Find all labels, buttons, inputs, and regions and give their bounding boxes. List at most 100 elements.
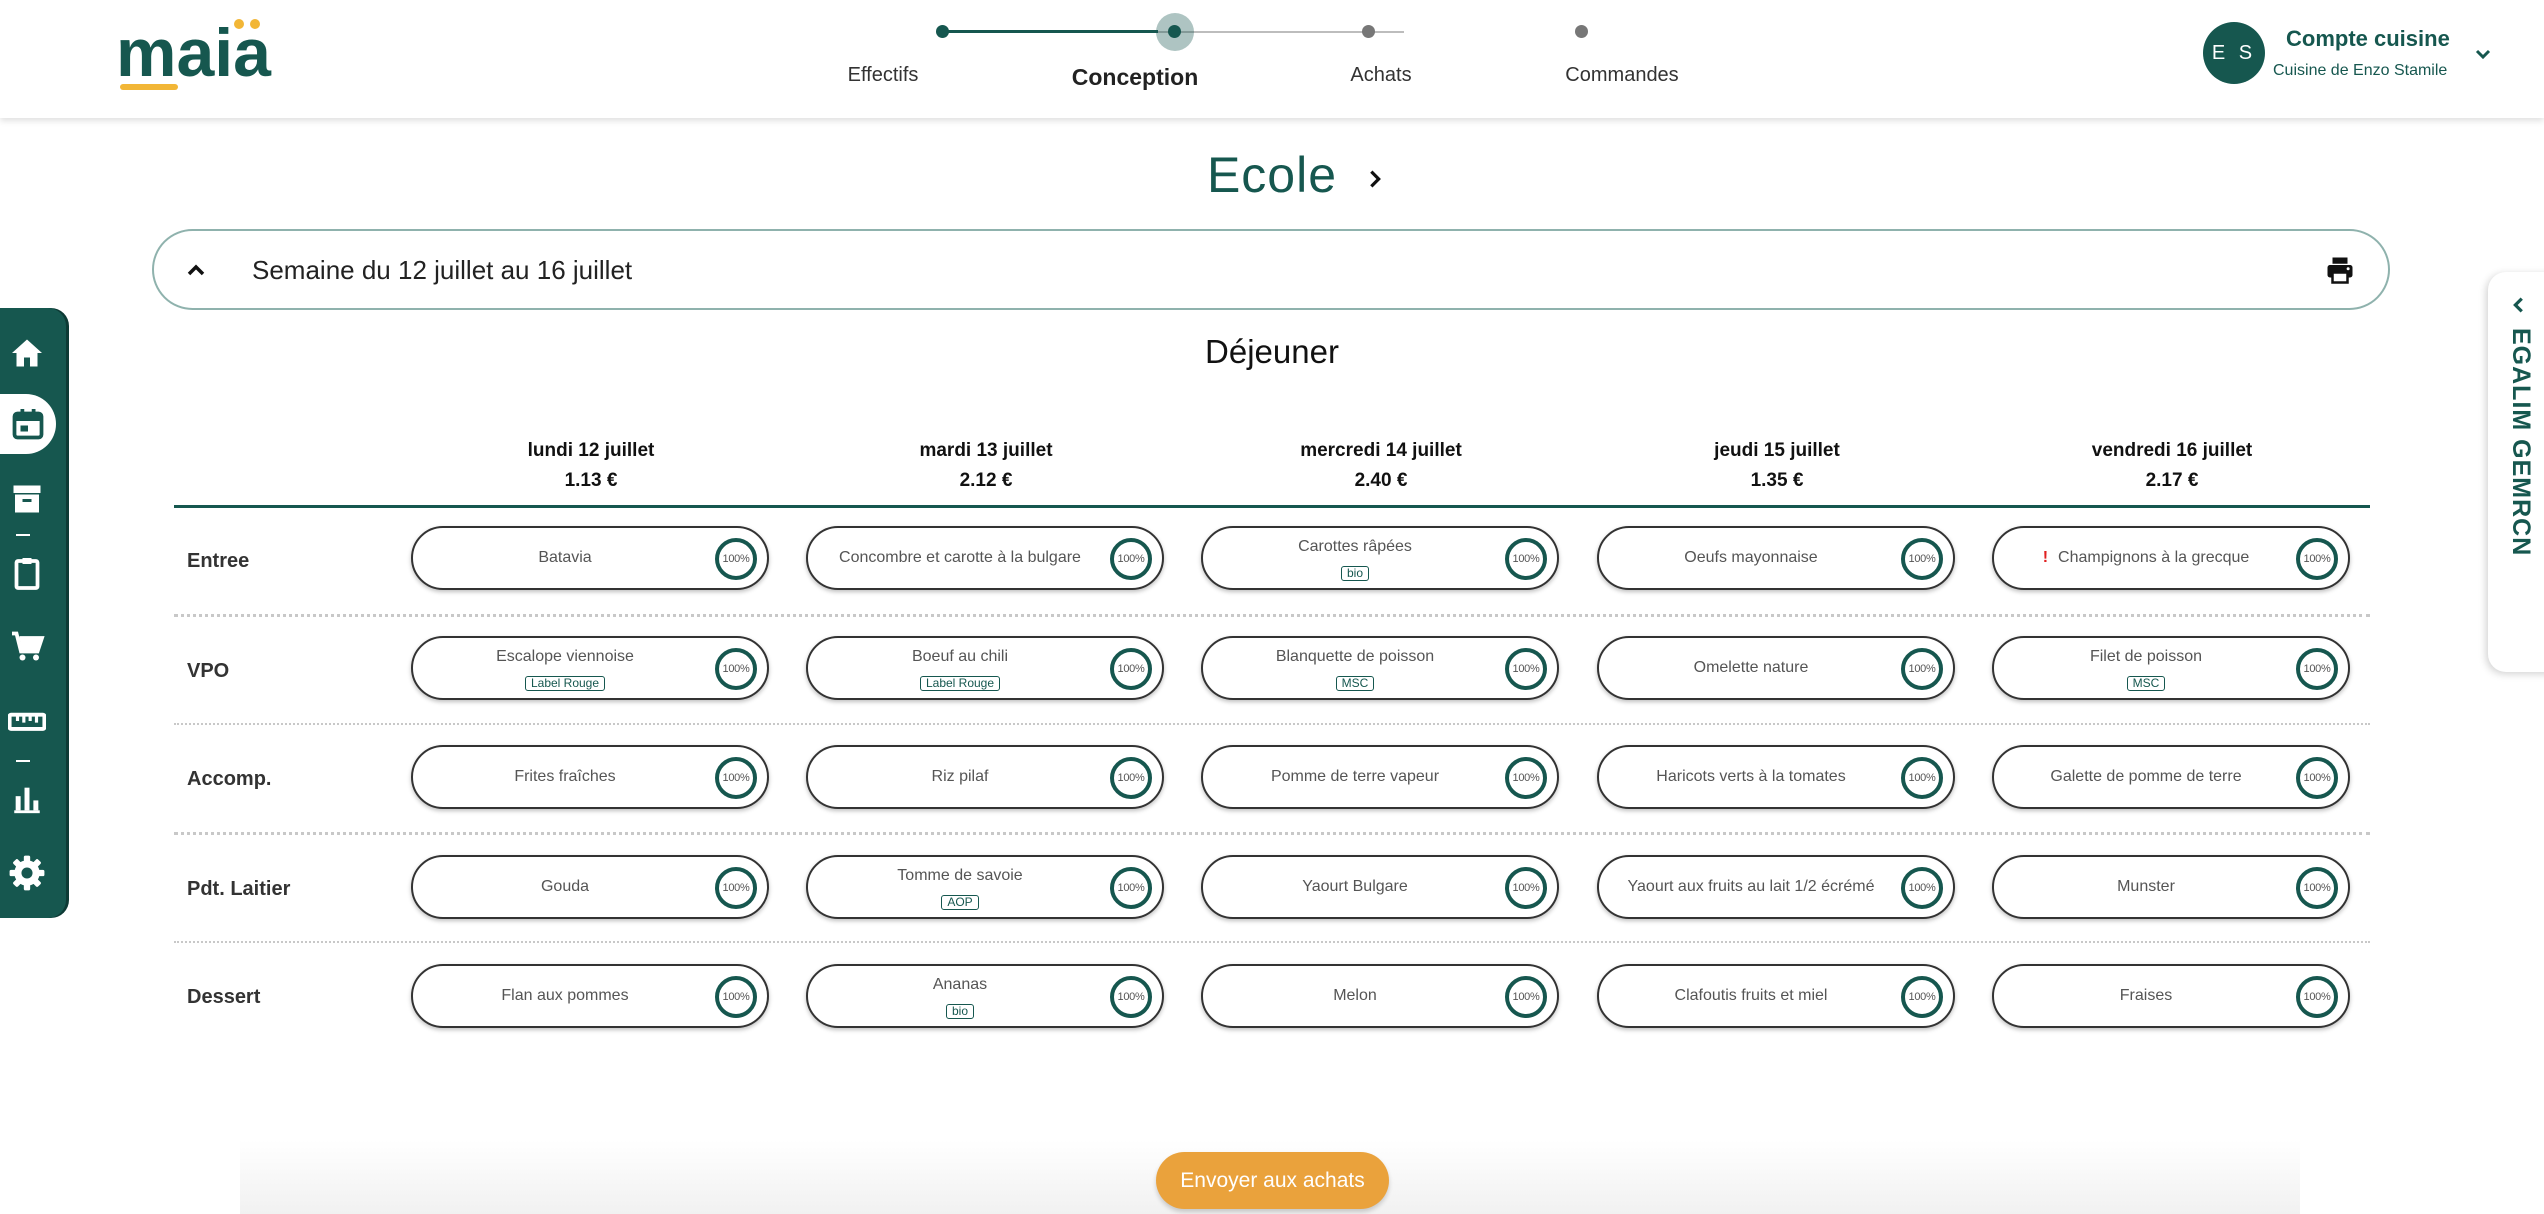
dish-name: Riz pilaf: [818, 768, 1102, 786]
dish-name-text: Yaourt aux fruits au lait 1/2 écrémé: [1627, 878, 1875, 895]
day-price: 1.13 €: [564, 470, 618, 491]
dish-name: Munster: [2004, 878, 2288, 896]
dish-card[interactable]: Haricots verts à la tomates 100%: [1597, 745, 1955, 809]
dish-name-text: Frites fraîches: [514, 768, 616, 785]
avatar[interactable]: E S: [2203, 22, 2265, 84]
stepper-dot-achats[interactable]: [1362, 25, 1375, 38]
page-title[interactable]: Ecole: [1207, 147, 1337, 203]
dish-card[interactable]: Munster 100%: [1992, 855, 2350, 919]
row-label-dessert: Dessert: [187, 986, 261, 1008]
label-badge-wrapper: MSC: [1213, 674, 1497, 692]
quality-label-badge: MSC: [1335, 676, 1375, 691]
row-divider: [174, 941, 2370, 943]
quality-label-badge: MSC: [2126, 676, 2166, 691]
dish-card[interactable]: Tomme de savoie AOP 100%: [806, 855, 1164, 919]
stepper-dot-conception[interactable]: [1168, 25, 1181, 38]
row-label-entree: Entree: [187, 550, 250, 572]
sidebar-item-statistics[interactable]: [0, 772, 54, 826]
table-header-divider: [174, 505, 2370, 508]
chevron-down-icon[interactable]: [2471, 42, 2495, 66]
dish-card[interactable]: Riz pilaf 100%: [806, 745, 1164, 809]
dish-card[interactable]: Pomme de terre vapeur 100%: [1201, 745, 1559, 809]
dish-name-text: Haricots verts à la tomates: [1656, 768, 1846, 785]
dish-card[interactable]: Blanquette de poisson MSC 100%: [1201, 636, 1559, 700]
row-divider: [174, 614, 2370, 617]
completion-ring: 100%: [715, 757, 757, 799]
dish-name-text: Flan aux pommes: [501, 987, 629, 1004]
dish-name: Carottes râpées: [1213, 538, 1497, 556]
sidebar-item-cart[interactable]: [0, 620, 54, 674]
sidebar-separator: [16, 534, 30, 536]
day-header: vendredi 16 juillet 2.17 €: [1992, 440, 2352, 492]
dish-card[interactable]: Fraises 100%: [1992, 964, 2350, 1028]
archive-icon: [13, 485, 41, 513]
dish-card[interactable]: Batavia 100%: [411, 526, 769, 590]
dish-card[interactable]: Filet de poisson MSC 100%: [1992, 636, 2350, 700]
completion-ring: 100%: [1110, 867, 1152, 909]
dish-card[interactable]: Yaourt Bulgare 100%: [1201, 855, 1559, 919]
dish-card[interactable]: Melon 100%: [1201, 964, 1559, 1028]
dish-card[interactable]: Galette de pomme de terre 100%: [1992, 745, 2350, 809]
page-title-row: Ecole: [0, 146, 2544, 204]
dish-card[interactable]: Omelette nature 100%: [1597, 636, 1955, 700]
chevron-right-icon[interactable]: [1364, 168, 1386, 190]
dish-card[interactable]: Oeufs mayonnaise 100%: [1597, 526, 1955, 590]
completion-ring: 100%: [1901, 867, 1943, 909]
step-achats[interactable]: Achats: [1350, 64, 1411, 87]
chevron-up-icon[interactable]: [184, 258, 208, 282]
dish-name: Yaourt Bulgare: [1213, 878, 1497, 896]
print-icon[interactable]: [2324, 255, 2356, 285]
sidebar-item-archive[interactable]: [0, 472, 54, 526]
dish-card[interactable]: Gouda 100%: [411, 855, 769, 919]
egalim-panel-tab[interactable]: EGALIM GEMRCN: [2488, 272, 2544, 672]
dish-name-text: Galette de pomme de terre: [2050, 768, 2242, 785]
sidebar-item-settings[interactable]: [0, 846, 54, 900]
dish-card[interactable]: Clafoutis fruits et miel 100%: [1597, 964, 1955, 1028]
dish-name-text: Clafoutis fruits et miel: [1674, 987, 1828, 1004]
dish-name-text: Melon: [1333, 987, 1377, 1004]
sidebar-item-clipboard[interactable]: [0, 546, 54, 600]
dish-name: ! Champignons à la grecque: [2004, 549, 2288, 567]
maia-logo[interactable]: maia: [116, 14, 316, 98]
dish-card[interactable]: Flan aux pommes 100%: [411, 964, 769, 1028]
day-header: mercredi 14 juillet 2.40 €: [1201, 440, 1561, 492]
dish-card[interactable]: ! Champignons à la grecque 100%: [1992, 526, 2350, 590]
completion-ring: 100%: [2296, 538, 2338, 580]
week-selector[interactable]: Semaine du 12 juillet au 16 juillet: [152, 229, 2390, 310]
account-subtitle: Cuisine de Enzo Stamile: [2273, 62, 2448, 79]
chevron-left-icon[interactable]: [2508, 294, 2530, 316]
dish-card[interactable]: Yaourt aux fruits au lait 1/2 écrémé 100%: [1597, 855, 1955, 919]
stepper-track-done: [942, 30, 1158, 33]
dish-card[interactable]: Escalope viennoise Label Rouge 100%: [411, 636, 769, 700]
sidebar-item-menu-planning[interactable]: [0, 394, 56, 454]
dish-name-text: Fraises: [2119, 987, 2173, 1004]
dish-card[interactable]: Ananas bio 100%: [806, 964, 1164, 1028]
row-divider: [174, 832, 2370, 835]
send-to-purchases-button[interactable]: Envoyer aux achats: [1156, 1152, 1389, 1209]
stepper-dot-commandes[interactable]: [1575, 25, 1588, 38]
completion-ring: 100%: [1901, 648, 1943, 690]
completion-ring: 100%: [1110, 757, 1152, 799]
dish-card[interactable]: Frites fraîches 100%: [411, 745, 769, 809]
step-effectifs[interactable]: Effectifs: [848, 64, 919, 87]
sidebar-item-home[interactable]: [0, 326, 54, 380]
dish-name: Blanquette de poisson: [1213, 648, 1497, 666]
dish-name: Boeuf au chili: [818, 648, 1102, 666]
dish-card[interactable]: Carottes râpées bio 100%: [1201, 526, 1559, 590]
completion-ring: 100%: [715, 976, 757, 1018]
gear-icon: [9, 855, 45, 891]
label-badge-wrapper: bio: [818, 1002, 1102, 1020]
dish-name: Concombre et carotte à la bulgare: [818, 549, 1102, 567]
step-commandes[interactable]: Commandes: [1565, 64, 1678, 87]
dish-card[interactable]: Boeuf au chili Label Rouge 100%: [806, 636, 1164, 700]
stepper-dot-effectifs[interactable]: [936, 25, 949, 38]
dish-name-text: Oeufs mayonnaise: [1684, 549, 1818, 566]
dish-card[interactable]: Concombre et carotte à la bulgare 100%: [806, 526, 1164, 590]
account-menu[interactable]: E S Compte cuisine Cuisine de Enzo Stami…: [2203, 22, 2503, 92]
step-conception[interactable]: Conception: [1072, 64, 1199, 91]
dish-name: Frites fraîches: [423, 768, 707, 786]
sidebar-item-ruler[interactable]: [0, 694, 54, 748]
dish-name: Pomme de terre vapeur: [1213, 768, 1497, 786]
completion-ring: 100%: [1110, 538, 1152, 580]
completion-ring: 100%: [1901, 757, 1943, 799]
